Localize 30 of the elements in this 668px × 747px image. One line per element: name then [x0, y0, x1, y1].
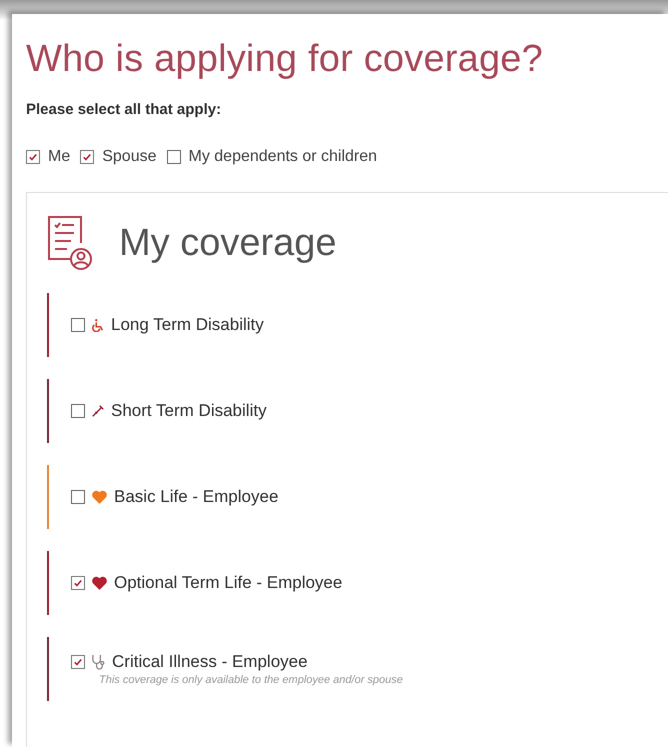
checkbox-label[interactable]: Long Term Disability — [111, 315, 264, 335]
checkmark-icon — [82, 152, 92, 162]
note-text: This coverage is only available to the employee and/or spouse — [99, 674, 403, 686]
checkbox-label[interactable]: Me — [48, 148, 70, 166]
checkbox-label[interactable]: Basic Life - Employee — [114, 487, 278, 507]
checkbox[interactable] — [71, 490, 85, 504]
wheelchair-icon — [91, 318, 105, 332]
instruction-text: Please select all that apply: — [26, 101, 222, 118]
checkbox[interactable] — [80, 150, 94, 164]
checkmark-icon — [73, 657, 83, 667]
heart-icon — [91, 575, 108, 591]
checklist-person-icon — [47, 215, 93, 271]
checkbox[interactable] — [71, 404, 85, 418]
checkbox-label[interactable]: Short Term Disability — [111, 401, 267, 421]
checkbox-label[interactable]: Spouse — [102, 148, 156, 166]
checkbox[interactable] — [71, 655, 85, 669]
checkbox-label[interactable]: My dependents or children — [188, 148, 378, 166]
checkbox[interactable] — [71, 318, 85, 332]
checkmark-icon — [73, 578, 83, 588]
checkbox-label[interactable]: Critical Illness - Employee — [112, 652, 308, 672]
page-title: Who is applying for coverage? — [26, 37, 544, 81]
stethoscope-icon — [91, 654, 106, 670]
checkmark-icon — [28, 152, 38, 162]
checkbox[interactable] — [166, 150, 180, 164]
crutch-icon — [91, 404, 105, 418]
section-heading: My coverage — [119, 222, 337, 264]
checkbox[interactable] — [71, 576, 85, 590]
checkbox-label[interactable]: Optional Term Life - Employee — [114, 573, 342, 593]
heart-icon — [91, 489, 108, 505]
checkbox[interactable] — [26, 150, 40, 164]
